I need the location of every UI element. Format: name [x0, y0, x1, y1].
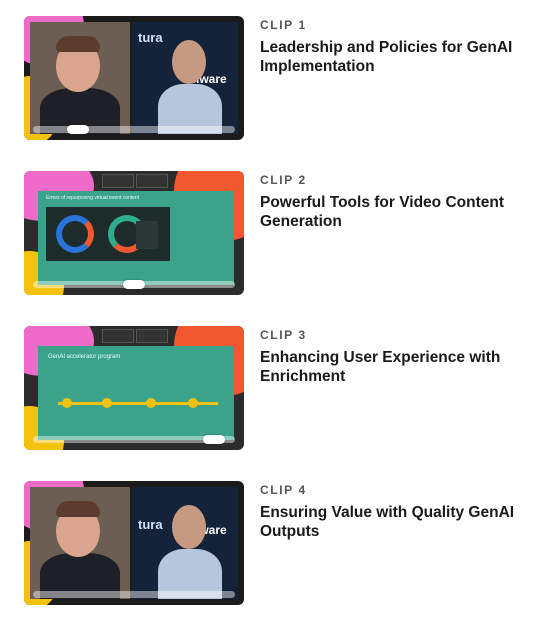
participant-cams: [102, 329, 168, 343]
clip-info: CLIP 2 Powerful Tools for Video Content …: [260, 171, 530, 231]
speaker-video-left: [30, 22, 130, 134]
clip-card-1: tura vmware CLIP 1 Leadership and Polici…: [24, 16, 544, 140]
clip-card-4: tura vmware CLIP 4 Ensuring Value with Q…: [24, 481, 544, 605]
clip-title-link[interactable]: Leadership and Policies for GenAI Implem…: [260, 38, 530, 76]
speaker-video-right: tura vmware: [132, 22, 238, 134]
clip-info: CLIP 1 Leadership and Policies for GenAI…: [260, 16, 530, 76]
clip-thumbnail[interactable]: tura vmware: [24, 16, 244, 140]
speaker-video-right: tura vmware: [132, 487, 238, 599]
clip-info: CLIP 4 Ensuring Value with Quality GenAI…: [260, 481, 530, 541]
scrub-handle[interactable]: [203, 435, 225, 444]
brand-text: tura: [138, 30, 163, 45]
video-scrub-bar[interactable]: [33, 125, 235, 134]
scrub-handle[interactable]: [123, 280, 145, 289]
presentation-slide: Errors of repurposing virtual event cont…: [38, 191, 234, 285]
clip-number: CLIP 2: [260, 173, 307, 187]
clip-thumbnail[interactable]: GenAI accelerator program: [24, 326, 244, 450]
video-scrub-bar[interactable]: [33, 280, 235, 289]
clip-number: CLIP 1: [260, 18, 307, 32]
clip-thumbnail[interactable]: Errors of repurposing virtual event cont…: [24, 171, 244, 295]
speaker-video-left: [30, 487, 130, 599]
slide-heading: Errors of repurposing virtual event cont…: [46, 195, 140, 201]
slide-heading: GenAI accelerator program: [48, 354, 121, 360]
clip-card-3: GenAI accelerator program CLIP 3 Enhanci…: [24, 326, 544, 450]
brand-text: tura: [138, 517, 163, 532]
clip-number: CLIP 4: [260, 483, 307, 497]
clip-card-2: Errors of repurposing virtual event cont…: [24, 171, 544, 295]
video-scrub-bar[interactable]: [33, 435, 235, 444]
presentation-slide: GenAI accelerator program: [38, 346, 234, 440]
clip-title-link[interactable]: Powerful Tools for Video Content Generat…: [260, 193, 530, 231]
participant-cams: [102, 174, 168, 188]
clip-title-link[interactable]: Ensuring Value with Quality GenAI Output…: [260, 503, 530, 541]
scrub-handle[interactable]: [67, 125, 89, 134]
clip-info: CLIP 3 Enhancing User Experience with En…: [260, 326, 530, 386]
clip-title-link[interactable]: Enhancing User Experience with Enrichmen…: [260, 348, 530, 386]
video-scrub-bar[interactable]: [33, 591, 235, 598]
clip-thumbnail[interactable]: tura vmware: [24, 481, 244, 605]
clip-number: CLIP 3: [260, 328, 307, 342]
